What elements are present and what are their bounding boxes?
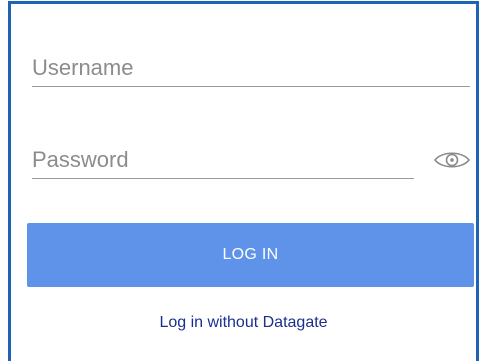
eye-icon <box>433 152 471 168</box>
username-underline <box>32 86 470 87</box>
password-field <box>32 146 414 179</box>
login-without-datagate-link[interactable]: Log in without Datagate <box>11 314 476 332</box>
username-input[interactable] <box>32 54 470 82</box>
password-input[interactable] <box>32 146 414 174</box>
password-underline <box>32 178 414 179</box>
login-card: LOG IN Log in without Datagate <box>8 1 479 361</box>
username-field <box>32 54 470 87</box>
show-password-toggle[interactable] <box>432 147 472 173</box>
login-button[interactable]: LOG IN <box>27 223 474 287</box>
